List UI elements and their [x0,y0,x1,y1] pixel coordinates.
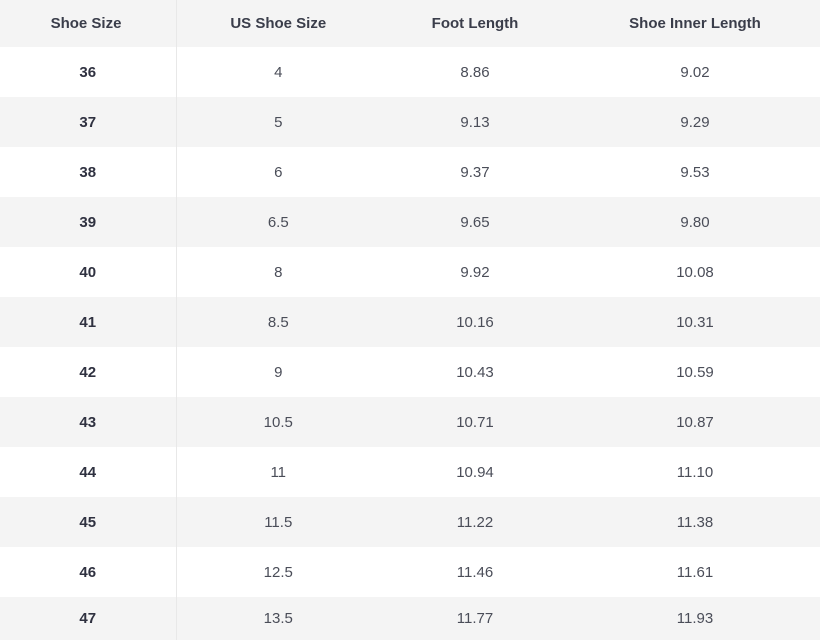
cell-shoe-size: 42 [0,347,177,397]
cell-us-shoe-size: 11.5 [264,513,293,531]
cell-shoe-inner-length: 9.53 [680,163,710,181]
header-row: Shoe Size US Shoe Size Foot Length Shoe … [0,0,820,47]
cell-foot-length: 11.77 [456,610,494,627]
cell-us-shoe-size: 8.5 [267,313,289,331]
table-row: 37 5 9.13 9.29 [0,97,820,147]
header-shoe-size: Shoe Size [0,0,177,47]
cell-foot-length: 9.65 [460,213,490,231]
cell-shoe-inner-length: 10.59 [676,363,714,381]
cell-foot-length: 11.22 [456,513,494,531]
cell-shoe-inner-length: 10.87 [676,413,714,431]
cell-us-shoe-size: 9 [274,363,283,381]
table-row: 38 6 9.37 9.53 [0,147,820,197]
cell-shoe-inner-length: 11.10 [676,463,714,481]
table-row: 36 4 8.86 9.02 [0,47,820,97]
cell-shoe-size: 38 [0,147,177,197]
cell-foot-length: 10.43 [456,363,494,381]
table-row: 44 11 10.94 11.10 [0,447,820,497]
header-shoe-inner-length: Shoe Inner Length [629,15,761,32]
table-header: Shoe Size US Shoe Size Foot Length Shoe … [0,0,820,47]
cell-us-shoe-size: 12.5 [263,563,293,581]
cell-shoe-inner-length: 10.31 [676,313,714,331]
table-row: 47 13.5 11.77 11.93 [0,597,820,640]
cell-shoe-inner-length: 11.38 [676,513,714,531]
cell-shoe-size: 44 [0,447,177,497]
cell-shoe-size: 40 [0,247,177,297]
cell-shoe-inner-length: 11.61 [676,563,714,581]
cell-shoe-size: 47 [0,597,177,640]
cell-foot-length: 9.37 [460,163,490,181]
cell-shoe-size: 45 [0,497,177,547]
cell-shoe-size: 46 [0,547,177,597]
table-row: 45 11.5 11.22 11.38 [0,497,820,547]
cell-shoe-size: 37 [0,97,177,147]
table-row: 43 10.5 10.71 10.87 [0,397,820,447]
table-body: 36 4 8.86 9.02 37 5 9.13 9.29 38 6 9.37 … [0,47,820,640]
cell-shoe-size: 39 [0,197,177,247]
cell-shoe-inner-length: 9.80 [680,213,710,231]
table-row: 41 8.5 10.16 10.31 [0,297,820,347]
cell-foot-length: 9.92 [460,263,490,281]
cell-foot-length: 8.86 [460,63,490,81]
cell-foot-length: 10.94 [456,463,494,481]
cell-shoe-inner-length: 9.02 [680,63,710,81]
cell-us-shoe-size: 5 [274,113,283,131]
cell-shoe-size: 43 [0,397,177,447]
table-row: 40 8 9.92 10.08 [0,247,820,297]
table-row: 46 12.5 11.46 11.61 [0,547,820,597]
cell-us-shoe-size: 4 [274,63,283,81]
cell-us-shoe-size: 10.5 [263,413,293,431]
cell-foot-length: 10.71 [456,413,494,431]
header-us-shoe-size: US Shoe Size [230,15,327,32]
cell-shoe-inner-length: 11.93 [676,610,714,627]
cell-us-shoe-size: 11 [270,463,287,481]
cell-foot-length: 10.16 [456,313,494,331]
table-row: 42 9 10.43 10.59 [0,347,820,397]
cell-shoe-size: 41 [0,297,177,347]
cell-shoe-inner-length: 10.08 [676,263,714,281]
cell-us-shoe-size: 13.5 [263,610,293,627]
cell-foot-length: 9.13 [460,113,490,131]
table-row: 39 6.5 9.65 9.80 [0,197,820,247]
cell-shoe-inner-length: 9.29 [680,113,710,131]
cell-foot-length: 11.46 [456,563,494,581]
shoe-size-chart-table: Shoe Size US Shoe Size Foot Length Shoe … [0,0,820,640]
cell-us-shoe-size: 6 [274,163,283,181]
cell-us-shoe-size: 8 [274,263,283,281]
header-foot-length: Foot Length [431,15,519,32]
cell-us-shoe-size: 6.5 [267,213,289,231]
cell-shoe-size: 36 [0,47,177,97]
